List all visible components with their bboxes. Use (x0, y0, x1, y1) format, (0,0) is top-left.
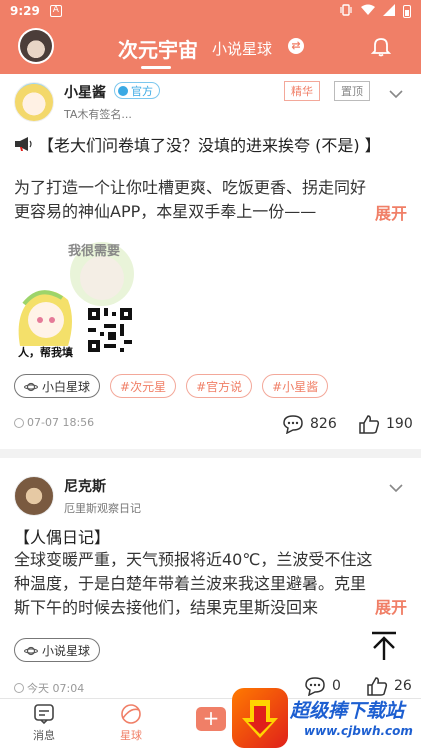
official-icon (118, 85, 128, 96)
post-card[interactable]: 小星酱 官方 TA木有签名... 精华 置顶 【老大们问卷填了没？没填的进来挨夸… (0, 74, 421, 449)
post-body: 全球变暖严重，天气预报将近40℃，兰波受不住这种温度，于是白楚年带着兰波来我这里… (14, 550, 373, 617)
comment-icon (282, 414, 304, 435)
featured-tag: 精华 (284, 81, 320, 101)
bell-icon[interactable] (370, 35, 392, 57)
post-body: 为了打造一个让你吐槽更爽、吃饭更香、拐走同好更容易的神仙APP，本星双手奉上一份… (14, 178, 367, 221)
nav-messages[interactable]: 消息 (14, 703, 74, 743)
post-title-text: 【老大们问卷填了没？没填的进来挨夸 (不是) 】 (38, 136, 381, 155)
post-tags: 小说星球 (14, 638, 101, 662)
image-caption-top: 我很需要 (68, 244, 121, 259)
top-header: 次元宇宙 小说星球 ⇄ (0, 22, 421, 74)
scroll-to-top-button[interactable] (368, 630, 400, 662)
nav-planet-label: 星球 (120, 729, 142, 742)
author-avatar[interactable] (14, 82, 54, 122)
post-time: 今天 07:04 (14, 680, 84, 696)
official-label: 官方 (131, 84, 153, 98)
status-time: 9:29 (10, 4, 40, 18)
battery-icon (403, 4, 411, 18)
author-name[interactable]: 小星酱 (64, 82, 106, 102)
pinned-tag: 置顶 (334, 81, 370, 101)
nav-planet[interactable]: 星球 (101, 703, 161, 743)
post-time: 07-07 18:56 (14, 416, 94, 429)
circle-chip-label: 小白星球 (42, 379, 91, 394)
planet-icon (24, 381, 38, 392)
clock-icon (14, 683, 24, 693)
author-name[interactable]: 尼克斯 (64, 476, 106, 496)
thumbs-up-icon (358, 414, 380, 434)
post-tags: 小白星球 #次元星 #官方说 #小星酱 (14, 374, 329, 398)
vibrate-icon (339, 3, 353, 19)
circle-chip[interactable]: 小说星球 (14, 638, 101, 662)
tab-ciyuan-universe[interactable]: 次元宇宙 (118, 34, 198, 63)
megaphone-icon (14, 136, 34, 152)
planet-nav-icon (120, 703, 142, 725)
author-signature: TA木有签名... (64, 108, 132, 121)
tab-novel-planet[interactable]: 小说星球 (212, 38, 272, 59)
topic-chip[interactable]: #小星酱 (262, 374, 329, 398)
signal-icon (383, 3, 395, 19)
post-title: 【老大们问卷填了没？没填的进来挨夸 (不是) 】 (14, 132, 381, 156)
swap-icon[interactable]: ⇄ (288, 38, 304, 54)
planet-icon (24, 645, 38, 656)
author-avatar[interactable] (14, 476, 54, 516)
topic-chip[interactable]: #官方说 (186, 374, 253, 398)
circle-chip[interactable]: 小白星球 (14, 374, 101, 398)
active-tab-indicator (141, 66, 171, 69)
like-count: 190 (386, 416, 413, 432)
post-title: 【人偶日记】 (14, 528, 111, 547)
author-signature: 厄里斯观察日记 (64, 502, 141, 515)
expand-button[interactable]: 展开 (375, 200, 407, 224)
chevron-down-icon[interactable] (389, 478, 403, 493)
site-watermark: 超级捧下载站 www.cjbwh.com (232, 688, 421, 748)
watermark-title: 超级捧下载站 (290, 700, 405, 722)
post-time-text: 07-07 18:56 (27, 416, 95, 429)
circle-chip-label: 小说星球 (42, 643, 91, 658)
nav-messages-label: 消息 (33, 729, 55, 742)
notification-icon: A (49, 5, 62, 17)
watermark-logo (232, 688, 288, 748)
chevron-down-icon[interactable] (389, 84, 403, 99)
comment-button[interactable]: 826 (282, 414, 337, 435)
like-button[interactable]: 190 (358, 414, 413, 434)
wifi-icon (361, 4, 375, 19)
post-card[interactable]: 尼克斯 厄里斯观察日记 【人偶日记】 全球变暖严重，天气预报将近40℃，兰波受不… (0, 458, 421, 698)
topic-chip[interactable]: #次元星 (110, 374, 177, 398)
official-badge: 官方 (114, 82, 160, 99)
watermark-url: www.cjbwh.com (304, 724, 413, 738)
arrow-up-icon (372, 631, 396, 660)
create-post-button[interactable]: + (196, 707, 226, 731)
qr-code (88, 308, 132, 352)
message-icon (33, 703, 55, 725)
comment-count: 826 (310, 416, 337, 432)
status-right (339, 3, 411, 19)
status-bar: 9:29 A (0, 0, 421, 22)
clock-icon (14, 417, 24, 428)
image-caption-bottom: 人，帮我填 (18, 346, 73, 359)
expand-button[interactable]: 展开 (375, 594, 407, 618)
post-time-text: 今天 07:04 (27, 682, 85, 695)
user-avatar[interactable] (18, 28, 54, 64)
